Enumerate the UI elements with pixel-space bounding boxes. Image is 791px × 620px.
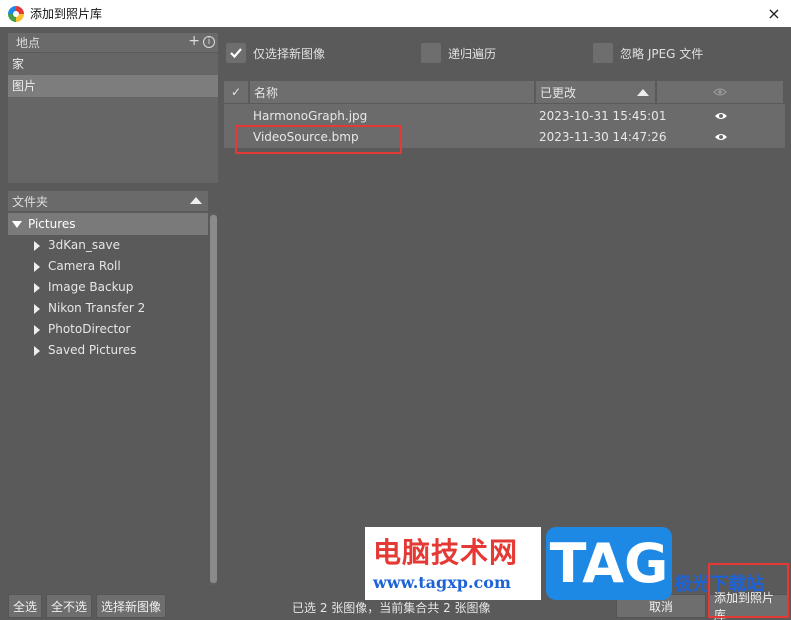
- tree-item[interactable]: Nikon Transfer 2: [8, 298, 208, 319]
- option-label: 忽略 JPEG 文件: [620, 46, 704, 61]
- table-row[interactable]: HarmonoGraph.jpg 2023-10-31 15:45:01: [224, 105, 785, 126]
- highlight-box-add: [708, 563, 789, 618]
- tree-item-label: Camera Roll: [48, 259, 121, 273]
- column-header-visibility[interactable]: [657, 81, 783, 103]
- info-icon[interactable]: i: [203, 36, 215, 48]
- checkbox-unchecked[interactable]: [421, 43, 441, 63]
- column-name-label: 名称: [254, 85, 279, 100]
- expand-right-icon[interactable]: [34, 303, 40, 314]
- select-none-button[interactable]: 全不选: [46, 594, 93, 618]
- watermark-tag-text: TAG: [549, 532, 669, 595]
- option-label: 递归遍历: [448, 46, 497, 61]
- folder-scrollbar[interactable]: [210, 213, 217, 585]
- tree-item-label: Nikon Transfer 2: [48, 301, 146, 315]
- tree-item-label: 3dKan_save: [48, 238, 120, 252]
- watermark-tag-badge: TAG: [546, 527, 672, 600]
- title-bar: 添加到照片库 ×: [0, 0, 791, 27]
- close-button[interactable]: ×: [763, 2, 785, 24]
- add-location-icon[interactable]: +: [188, 33, 200, 49]
- select-all-button[interactable]: 全选: [8, 594, 43, 618]
- eye-icon: [713, 88, 727, 96]
- expand-right-icon[interactable]: [34, 261, 40, 272]
- expand-right-icon[interactable]: [34, 345, 40, 356]
- status-text: 已选 2 张图像，当前集合共 2 张图像: [292, 601, 491, 615]
- option-ignore-jpeg[interactable]: 忽略 JPEG 文件: [593, 43, 703, 63]
- watermark-url: www.tagxp.com: [373, 573, 511, 592]
- location-item-pictures[interactable]: 图片: [8, 75, 218, 97]
- checkbox-checked[interactable]: [226, 43, 246, 63]
- watermark-cn-text: 电脑技术网: [373, 536, 519, 569]
- column-header-name[interactable]: 名称: [250, 81, 534, 103]
- file-date: 2023-11-30 14:47:26: [539, 129, 667, 144]
- check-column-icon: ✓: [230, 85, 242, 99]
- tree-root-label: Pictures: [28, 217, 76, 231]
- highlight-box-file: [235, 125, 402, 154]
- locations-title: 地点: [16, 36, 41, 50]
- tree-item-label: PhotoDirector: [48, 322, 131, 336]
- tree-item[interactable]: 3dKan_save: [8, 235, 208, 256]
- eye-icon[interactable]: [714, 109, 728, 123]
- file-date: 2023-10-31 15:45:01: [539, 108, 667, 123]
- expand-right-icon[interactable]: [34, 240, 40, 251]
- option-recursive[interactable]: 递归遍历: [421, 43, 496, 63]
- scroll-thumb[interactable]: [210, 215, 217, 583]
- column-header-check[interactable]: ✓: [224, 81, 248, 103]
- folder-tree: Pictures 3dKan_save Camera Roll Image Ba…: [8, 213, 208, 585]
- tree-item[interactable]: Saved Pictures: [8, 340, 208, 361]
- check-icon: [230, 48, 242, 59]
- tree-item-label: Saved Pictures: [48, 343, 137, 357]
- sort-ascending-icon[interactable]: [637, 89, 649, 96]
- app-logo-icon: [8, 5, 24, 22]
- column-modified-label: 已更改: [540, 85, 577, 100]
- locations-list: 家 图片: [8, 53, 218, 183]
- expand-down-icon[interactable]: [12, 220, 22, 228]
- selection-buttons: 全选 全不选 选择新图像: [8, 594, 167, 618]
- tree-item[interactable]: PhotoDirector: [8, 319, 208, 340]
- expand-right-icon[interactable]: [34, 324, 40, 335]
- select-new-button[interactable]: 选择新图像: [96, 594, 167, 618]
- tree-item[interactable]: Camera Roll: [8, 256, 208, 277]
- tree-item[interactable]: Image Backup: [8, 277, 208, 298]
- watermark-logo: 电脑技术网 www.tagxp.com: [365, 527, 541, 600]
- locations-header: 地点 + i: [8, 33, 218, 52]
- tree-item-label: Image Backup: [48, 280, 134, 294]
- location-item-home[interactable]: 家: [8, 53, 218, 75]
- file-name: HarmonoGraph.jpg: [253, 108, 368, 123]
- option-label: 仅选择新图像: [253, 46, 326, 61]
- eye-icon[interactable]: [714, 130, 728, 144]
- column-header-modified[interactable]: 已更改: [536, 81, 655, 103]
- expand-right-icon[interactable]: [34, 282, 40, 293]
- option-only-new[interactable]: 仅选择新图像: [226, 43, 325, 63]
- collapse-up-icon[interactable]: [190, 197, 202, 204]
- folders-header[interactable]: 文件夹: [8, 191, 208, 211]
- tree-item-pictures[interactable]: Pictures: [8, 213, 208, 235]
- checkbox-unchecked[interactable]: [593, 43, 613, 63]
- cancel-label: 取消: [648, 599, 673, 614]
- window-title: 添加到照片库: [30, 7, 103, 21]
- folders-title: 文件夹: [12, 194, 49, 209]
